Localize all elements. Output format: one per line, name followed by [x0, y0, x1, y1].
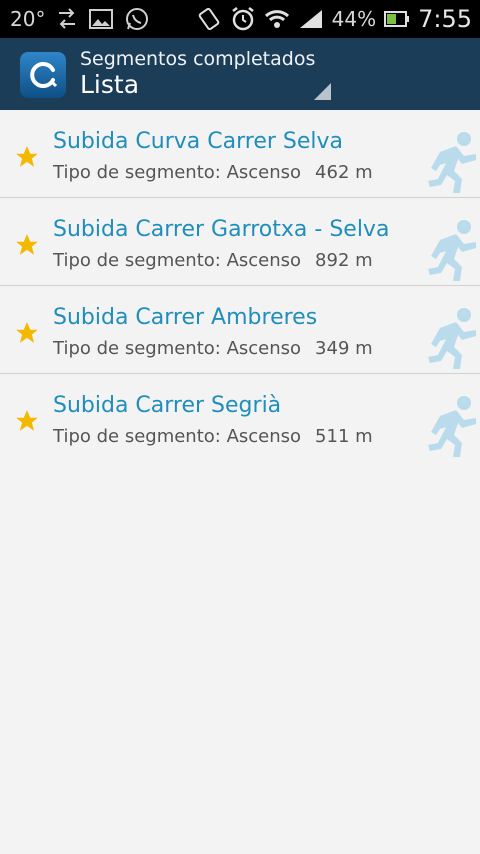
segment-details: Tipo de segmento: Ascenso 892 m [53, 250, 373, 271]
list-item[interactable]: Subida Curva Carrer Selva Tipo de segmen… [0, 110, 480, 198]
list-item[interactable]: Subida Carrer Segrià Tipo de segmento: A… [0, 374, 480, 461]
screen-subtitle: Segmentos completados [80, 48, 316, 70]
star-icon[interactable] [14, 144, 40, 174]
segment-name[interactable]: Subida Carrer Ambreres [53, 305, 317, 330]
segment-details: Tipo de segmento: Ascenso 462 m [53, 162, 373, 183]
temperature-text: 20° [10, 7, 46, 31]
segment-type: Tipo de segmento: Ascenso [53, 250, 302, 271]
segment-type: Tipo de segmento: Ascenso [53, 426, 302, 447]
gallery-icon [89, 9, 114, 29]
battery-percent-text: 44% [331, 7, 377, 31]
runner-icon [420, 394, 480, 462]
runner-icon [420, 218, 480, 286]
segment-type: Tipo de segmento: Ascenso [53, 162, 302, 183]
signal-icon [298, 8, 324, 30]
segment-type: Tipo de segmento: Ascenso [53, 338, 302, 359]
segment-name[interactable]: Subida Curva Carrer Selva [53, 129, 343, 154]
segment-distance: 511 m [315, 426, 373, 447]
segment-distance: 462 m [315, 162, 373, 183]
segment-name[interactable]: Subida Carrer Segrià [53, 393, 281, 418]
wifi-icon [264, 8, 290, 30]
rotate-icon [196, 7, 222, 31]
segment-distance: 349 m [315, 338, 373, 359]
action-bar: Segmentos completados Lista [0, 38, 480, 110]
spinner-triangle-icon[interactable] [314, 83, 331, 100]
screen-title: Lista [80, 70, 140, 99]
list-item[interactable]: Subida Carrer Ambreres Tipo de segmento:… [0, 286, 480, 374]
runner-icon [420, 306, 480, 374]
data-transfer-icon [57, 8, 77, 30]
star-icon[interactable] [14, 408, 40, 438]
segment-details: Tipo de segmento: Ascenso 349 m [53, 338, 373, 359]
clock-text: 7:55 [418, 5, 472, 33]
view-spinner[interactable]: Segmentos completados Lista [80, 48, 315, 100]
star-icon[interactable] [14, 320, 40, 350]
segment-details: Tipo de segmento: Ascenso 511 m [53, 426, 373, 447]
runner-icon [420, 130, 480, 198]
app-logo-icon[interactable] [20, 52, 66, 98]
star-icon[interactable] [14, 232, 40, 262]
segment-name[interactable]: Subida Carrer Garrotxa - Selva [53, 217, 389, 242]
status-bar: 20° 44% 7:55 [0, 0, 480, 38]
battery-icon [384, 10, 410, 28]
segment-distance: 892 m [315, 250, 373, 271]
segment-list: Subida Curva Carrer Selva Tipo de segmen… [0, 110, 480, 461]
alarm-icon [230, 6, 256, 32]
list-item[interactable]: Subida Carrer Garrotxa - Selva Tipo de s… [0, 198, 480, 286]
whatsapp-icon [125, 7, 149, 31]
